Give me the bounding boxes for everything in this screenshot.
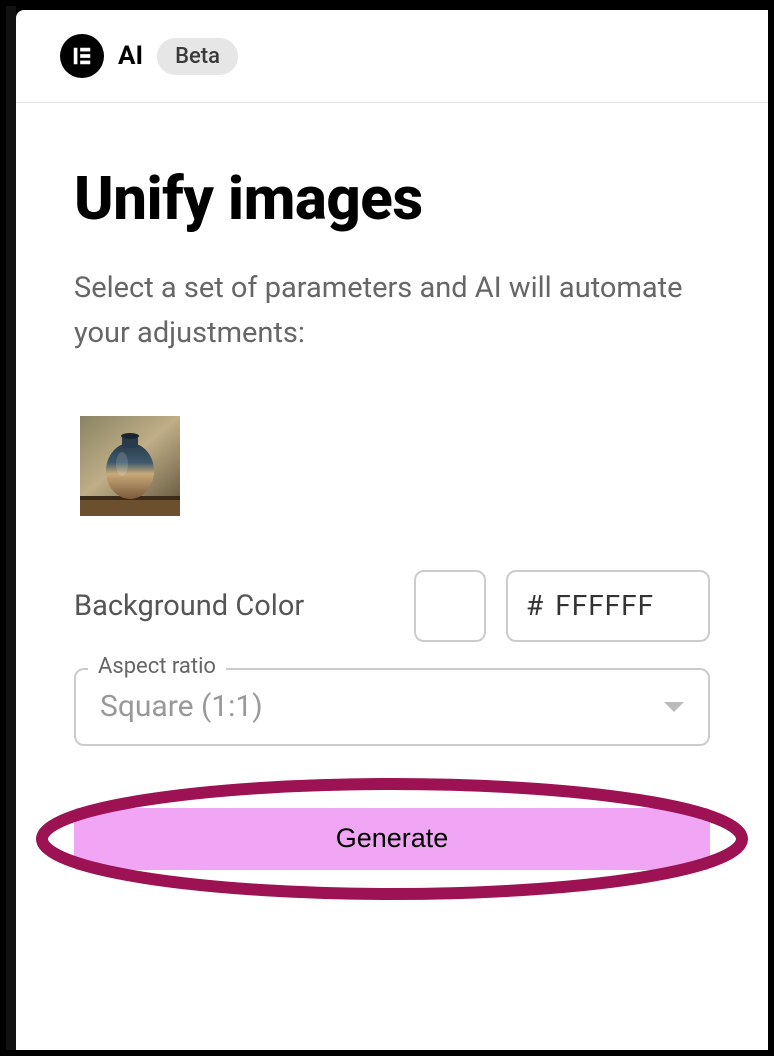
image-thumbnail[interactable] xyxy=(80,416,180,516)
aspect-ratio-float-label: Aspect ratio xyxy=(88,654,226,679)
page-subtitle: Select a set of parameters and AI will a… xyxy=(74,266,710,356)
panel-content: Unify images Select a set of parameters … xyxy=(16,103,768,870)
background-color-row: Background Color # xyxy=(74,570,710,642)
page-title: Unify images xyxy=(74,163,710,234)
hex-hash: # xyxy=(526,589,543,622)
header-ai-label: AI xyxy=(118,41,143,71)
hex-input[interactable] xyxy=(555,589,685,622)
chevron-down-icon xyxy=(664,702,684,712)
color-code-box[interactable]: # xyxy=(506,570,710,642)
panel-header: AI Beta xyxy=(16,10,768,103)
generate-button[interactable]: Generate xyxy=(74,808,710,870)
generate-wrap: Generate xyxy=(74,808,710,870)
beta-badge: Beta xyxy=(157,38,238,75)
aspect-ratio-value: Square (1:1) xyxy=(100,689,263,724)
color-swatch[interactable] xyxy=(414,570,486,642)
vase-thumbnail-icon xyxy=(80,416,180,516)
aspect-ratio-field: Aspect ratio Square (1:1) xyxy=(74,668,710,746)
background-color-label: Background Color xyxy=(74,589,394,623)
elementor-logo-icon xyxy=(60,34,104,78)
ai-panel: AI Beta Unify images Select a set of par… xyxy=(16,10,768,1050)
aspect-ratio-select[interactable]: Square (1:1) xyxy=(74,668,710,746)
